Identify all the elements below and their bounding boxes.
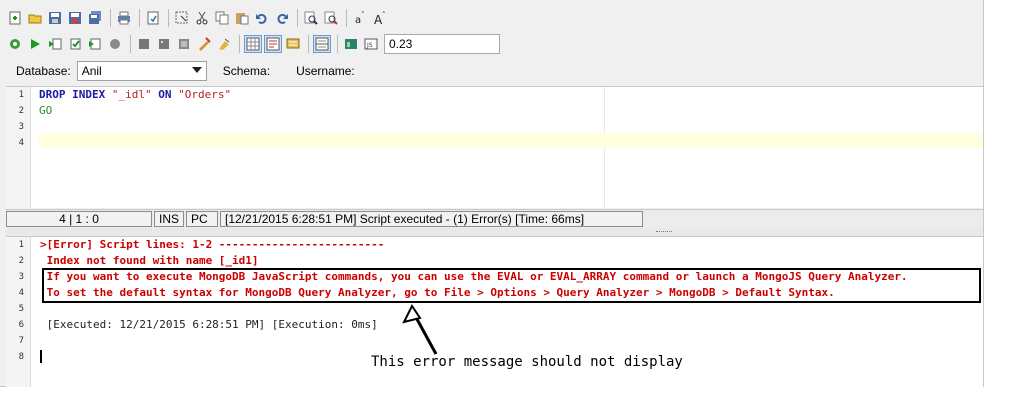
format-icon[interactable]: [195, 35, 213, 53]
toolbar-separator: [239, 35, 240, 53]
split-view-icon[interactable]: [313, 35, 331, 53]
database-select[interactable]: Anil: [76, 61, 207, 81]
error-detail-line: Index not found with name [_id1]: [40, 254, 259, 267]
keyword: INDEX: [72, 88, 106, 101]
line-number: 8: [18, 352, 24, 362]
line-number: 4: [18, 288, 24, 298]
paste-icon[interactable]: [233, 9, 251, 27]
execute-all-icon[interactable]: [6, 35, 24, 53]
indent-icon[interactable]: [175, 35, 193, 53]
results-icon[interactable]: [284, 35, 302, 53]
execute-step-icon[interactable]: [46, 35, 64, 53]
execute-current-icon[interactable]: [86, 35, 104, 53]
executed-info-line: [Executed: 12/21/2015 6:28:51 PM] [Execu…: [40, 318, 378, 331]
cursor-position: 4 | 1 : 0: [6, 211, 152, 227]
highlight-box: [42, 268, 981, 303]
print-icon[interactable]: [115, 9, 133, 27]
output-gutter: 1 2 3 4 5 6 7 8: [6, 237, 31, 387]
keyword: DROP: [39, 88, 66, 101]
stop-icon[interactable]: [106, 35, 124, 53]
open-icon[interactable]: [26, 9, 44, 27]
line-number: 5: [18, 304, 24, 314]
code-line-1: DROP INDEX "_idl" ON "Orders": [39, 88, 231, 101]
line-ending-mode: PC: [186, 211, 218, 227]
svg-text:˅: ˅: [361, 11, 365, 19]
toolbar-separator: [297, 9, 298, 27]
clear-icon[interactable]: [215, 35, 233, 53]
line-number: 1: [18, 90, 24, 100]
line-number: 3: [18, 122, 24, 132]
export-icon[interactable]: [144, 9, 162, 27]
status-message: [12/21/2015 6:28:51 PM] Script executed …: [220, 211, 643, 227]
font-larger-icon[interactable]: A ˄: [371, 9, 389, 27]
toolbar-row-2: JS: [6, 32, 500, 56]
toolbar-separator: [130, 35, 131, 53]
grid-view-icon[interactable]: [244, 35, 262, 53]
toolbar-row-1: a ˅ A ˄: [6, 6, 391, 30]
chart-icon[interactable]: [342, 35, 360, 53]
query-plan-icon[interactable]: JS: [362, 35, 380, 53]
cut-icon[interactable]: [193, 9, 211, 27]
insert-mode: INS: [154, 211, 184, 227]
current-line-highlight: [39, 133, 983, 148]
username-label: Username:: [296, 64, 355, 78]
sql-editor[interactable]: 1 2 3 4 DROP INDEX "_idl" ON "Orders" GO: [6, 86, 983, 208]
schema-label: Schema:: [222, 64, 271, 78]
line-number: 7: [18, 336, 24, 346]
line-number: 3: [18, 272, 24, 282]
connection-bar: Database: Anil Schema: Username:: [16, 60, 355, 82]
annotation-text: This error message should not display: [371, 354, 683, 370]
toolbar-separator: [346, 9, 347, 27]
zoom-input[interactable]: [384, 34, 500, 54]
redo-icon[interactable]: [273, 9, 291, 27]
copy-icon[interactable]: [213, 9, 231, 27]
replace-icon[interactable]: [322, 9, 340, 27]
toolbar-separator: [337, 35, 338, 53]
editor-gutter: 1 2 3 4: [6, 87, 31, 208]
comment-icon[interactable]: [135, 35, 153, 53]
svg-text:˄: ˄: [382, 11, 386, 19]
find-icon[interactable]: [302, 9, 320, 27]
uncomment-icon[interactable]: [155, 35, 173, 53]
code-line-2: GO: [39, 104, 53, 117]
database-label: Database:: [16, 64, 71, 78]
new-query-icon[interactable]: [6, 9, 24, 27]
undo-icon[interactable]: [253, 9, 271, 27]
string-literal: "_idl": [111, 88, 152, 101]
line-number: 1: [18, 240, 24, 250]
toolbar-separator: [110, 9, 111, 27]
execute-selection-icon[interactable]: [66, 35, 84, 53]
line-number: 2: [18, 106, 24, 116]
line-number: 4: [18, 138, 24, 148]
text-view-icon[interactable]: [264, 35, 282, 53]
execute-icon[interactable]: [26, 35, 44, 53]
select-all-icon[interactable]: [173, 9, 191, 27]
splitter-grip[interactable]: [656, 231, 672, 234]
chevron-down-icon: [191, 67, 202, 73]
toolbar-separator: [139, 9, 140, 27]
svg-text:JS: JS: [366, 42, 373, 49]
database-value: Anil: [81, 64, 102, 78]
line-number: 6: [18, 320, 24, 330]
font-smaller-icon[interactable]: a ˅: [351, 9, 369, 27]
toolbar-separator: [308, 35, 309, 53]
text-caret: [40, 350, 42, 363]
toolbar-separator: [168, 9, 169, 27]
save-all-icon[interactable]: [86, 9, 104, 27]
string-literal: "Orders": [178, 88, 232, 101]
status-bar: 4 | 1 : 0 INS PC [12/21/2015 6:28:51 PM]…: [6, 209, 983, 228]
error-header-line: >[Error] Script lines: 1-2 -------------…: [40, 238, 385, 251]
annotation-arrow-icon: [402, 304, 438, 355]
line-number: 2: [18, 256, 24, 266]
pane-splitter[interactable]: [6, 228, 983, 236]
query-analyzer-window: a˅ A˄ JS Database: Anil Schema:: [0, 0, 984, 387]
save-icon[interactable]: [46, 9, 64, 27]
keyword: ON: [158, 88, 172, 101]
save-as-icon[interactable]: [66, 9, 84, 27]
